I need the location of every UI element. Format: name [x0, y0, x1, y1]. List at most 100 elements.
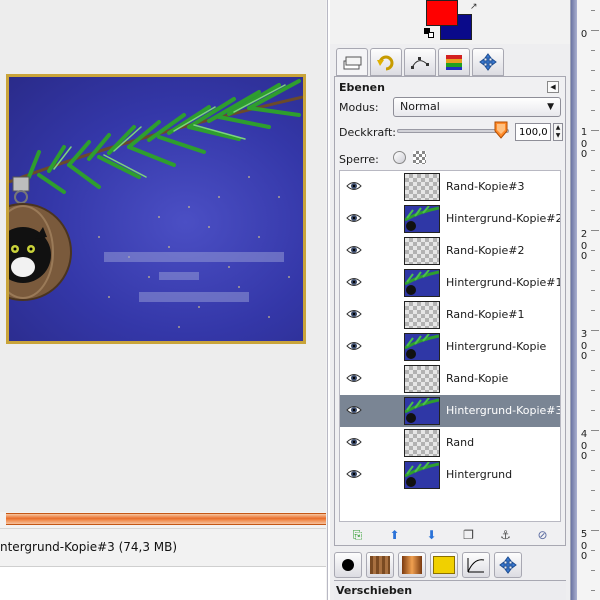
- visibility-eye-icon[interactable]: [346, 436, 362, 448]
- layers-panel: Ebenen ◀ Modus: Normal ▼ Deckkraft: ▲▼ S…: [334, 76, 566, 546]
- horizontal-scrollbar[interactable]: [6, 513, 326, 525]
- canvas-area[interactable]: [0, 0, 326, 512]
- ruler-tick: [591, 290, 595, 291]
- panel-menu-button[interactable]: ◀: [547, 81, 559, 93]
- layer-list: Rand-Kopie#3 Hintergrund-Kopie#2 Rand-Kopi…: [339, 170, 561, 522]
- status-text: ntergrund-Kopie#3 (74,3 MB): [0, 540, 178, 554]
- ruler-tick: [591, 490, 595, 491]
- ruler-tick: [591, 10, 595, 11]
- layer-name: Hintergrund-Kopie: [446, 340, 547, 353]
- ruler-tick: [591, 430, 599, 431]
- layer-thumbnail: [404, 301, 440, 329]
- move-tab-icon[interactable]: [472, 48, 504, 76]
- ruler-tick: [591, 370, 595, 371]
- ruler-label: 0: [580, 29, 588, 40]
- canvas-image[interactable]: [6, 74, 306, 344]
- opacity-slider-handle[interactable]: [493, 121, 509, 139]
- brush-icon[interactable]: [334, 552, 362, 578]
- layer-name: Rand-Kopie: [446, 372, 509, 385]
- ruler-label: 4: [580, 429, 588, 440]
- mode-label: Modus:: [339, 101, 379, 114]
- layer-name: Hintergrund-Kopie#3: [446, 404, 561, 417]
- layer-row[interactable]: Hintergrund-Kopie#3: [340, 395, 560, 427]
- visibility-eye-icon[interactable]: [346, 372, 362, 384]
- vertical-scrollbar[interactable]: [571, 0, 577, 600]
- ruler-label: 0: [580, 351, 588, 362]
- layer-name: Rand-Kopie#1: [446, 308, 525, 321]
- tool-options-title: Verschieben: [336, 584, 413, 597]
- layer-row[interactable]: Rand-Kopie#3: [340, 171, 560, 203]
- undo-history-tab-icon[interactable]: [370, 48, 402, 76]
- visibility-eye-icon[interactable]: [346, 180, 362, 192]
- paint-dynamics-icon[interactable]: [462, 552, 490, 578]
- opacity-label: Deckkraft:: [339, 126, 396, 139]
- ruler-label: 0: [580, 451, 588, 462]
- ruler-tick: [591, 50, 595, 51]
- navigation-strip: [0, 566, 326, 600]
- ruler-tick: [591, 110, 595, 111]
- ruler-tick: [591, 330, 599, 331]
- layers-tab-icon[interactable]: [336, 48, 368, 76]
- ruler-tick: [591, 590, 595, 591]
- ruler-tick: [591, 550, 595, 551]
- ruler-tick: [591, 570, 595, 571]
- visibility-eye-icon[interactable]: [346, 468, 362, 480]
- layer-row[interactable]: Rand-Kopie#2: [340, 235, 560, 267]
- lower-layer-icon[interactable]: ⬇: [424, 528, 440, 542]
- ruler-label: 1: [580, 127, 588, 138]
- layer-thumbnail: [404, 365, 440, 393]
- visibility-eye-icon[interactable]: [346, 404, 362, 416]
- layer-row[interactable]: Rand-Kopie#1: [340, 299, 560, 331]
- layer-row[interactable]: Rand-Kopie: [340, 363, 560, 395]
- swap-colors-icon[interactable]: ↗: [470, 2, 478, 12]
- ruler-tick: [591, 530, 599, 531]
- layer-row[interactable]: Hintergrund-Kopie#1: [340, 267, 560, 299]
- visibility-eye-icon[interactable]: [346, 308, 362, 320]
- reset-colors-icon[interactable]: [424, 28, 434, 38]
- panel-title: Ebenen: [339, 81, 385, 94]
- ruler-tick: [591, 470, 595, 471]
- gradient-icon[interactable]: [398, 552, 426, 578]
- duplicate-layer-icon[interactable]: ❐: [461, 528, 477, 542]
- anchor-layer-icon[interactable]: ⚓: [498, 528, 514, 542]
- layer-row[interactable]: Rand: [340, 427, 560, 459]
- layer-row[interactable]: Hintergrund-Kopie#2: [340, 203, 560, 235]
- ruler-tick: [591, 90, 595, 91]
- lock-pixels-icon[interactable]: [393, 151, 406, 164]
- mode-select-value: Normal: [400, 100, 440, 113]
- ruler-tick: [591, 510, 595, 511]
- palettes-tab-icon[interactable]: [438, 48, 470, 76]
- foreground-color-swatch[interactable]: [426, 0, 458, 26]
- ruler-strip: 0100200300400500: [570, 0, 600, 600]
- opacity-spinner[interactable]: ▲ ▼: [553, 123, 563, 141]
- lock-alpha-icon[interactable]: [413, 151, 426, 164]
- visibility-eye-icon[interactable]: [346, 212, 362, 224]
- layer-buttons: ⎘ ⬆ ⬇ ❐ ⚓ ⊘: [339, 527, 561, 543]
- layer-row[interactable]: Hintergrund-Kopie: [340, 331, 560, 363]
- ruler-tick: [591, 130, 599, 131]
- ruler-tick: [591, 190, 595, 191]
- mode-select[interactable]: Normal ▼: [393, 97, 561, 117]
- ruler-tick: [591, 310, 595, 311]
- image-window: ntergrund-Kopie#3 (74,3 MB): [0, 0, 328, 600]
- ruler-tick: [591, 230, 599, 231]
- delete-layer-icon[interactable]: ⊘: [535, 528, 551, 542]
- layer-row[interactable]: Hintergrund: [340, 459, 560, 491]
- layer-thumbnail: [404, 333, 440, 361]
- visibility-eye-icon[interactable]: [346, 244, 362, 256]
- chevron-down-icon: ▼: [547, 102, 554, 112]
- dock-tabs: [336, 48, 504, 78]
- images-icon[interactable]: [430, 552, 458, 578]
- layer-name: Rand-Kopie#3: [446, 180, 525, 193]
- ruler-label: 0: [580, 149, 588, 160]
- new-layer-icon[interactable]: ⎘: [350, 528, 366, 542]
- visibility-eye-icon[interactable]: [346, 340, 362, 352]
- paths-tab-icon[interactable]: [404, 48, 436, 76]
- raise-layer-icon[interactable]: ⬆: [387, 528, 403, 542]
- opacity-input[interactable]: [515, 123, 551, 141]
- ruler-label: 5: [580, 529, 588, 540]
- visibility-eye-icon[interactable]: [346, 276, 362, 288]
- pattern-icon[interactable]: [366, 552, 394, 578]
- layer-name: Hintergrund-Kopie#2: [446, 212, 561, 225]
- move-tool-icon[interactable]: [494, 552, 522, 578]
